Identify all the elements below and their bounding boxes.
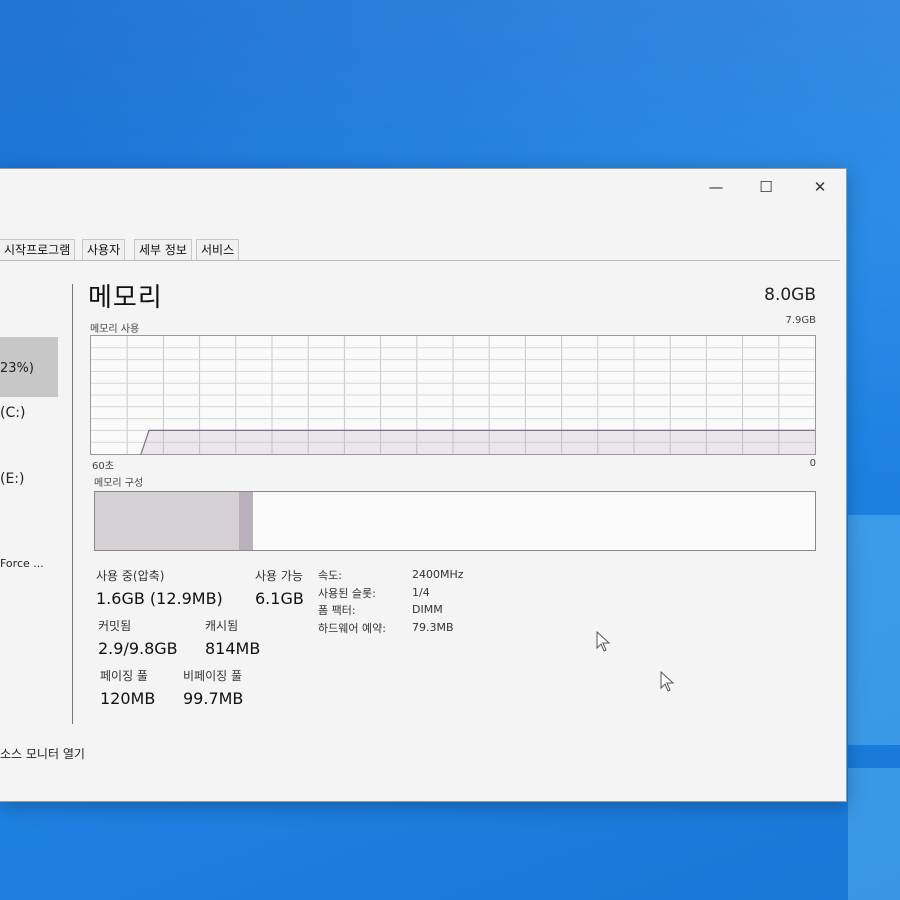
sidebar-item-disk-c[interactable]: (C:) — [0, 405, 25, 421]
hardware-reserved-value: 79.3MB — [412, 621, 454, 634]
title-bar[interactable]: — ☐ ✕ — [0, 169, 846, 205]
hardware-reserved-label: 하드웨어 예약: — [318, 622, 386, 635]
composition-segment-in-use — [95, 492, 240, 550]
speed-label: 속도: — [318, 569, 342, 582]
sidebar-item-memory[interactable]: 23%) — [0, 361, 34, 376]
sidebar-item-gpu[interactable]: Force ... — [0, 557, 44, 570]
composition-label: 메모리 구성 — [94, 478, 144, 489]
form-factor-label: 폼 팩터: — [318, 604, 356, 617]
graph-time-right: 0 — [809, 458, 816, 469]
panel-divider — [72, 284, 73, 724]
speed-value: 2400MHz — [412, 568, 464, 581]
in-use-value: 1.6GB (12.9MB) — [96, 589, 223, 608]
slots-value: 1/4 — [412, 586, 430, 599]
committed-value: 2.9/9.8GB — [98, 639, 178, 658]
usage-graph-max: 7.9GB — [785, 315, 816, 326]
composition-segment-modified — [239, 492, 255, 550]
desktop-window-logo-pane — [848, 515, 900, 745]
open-resource-monitor-link[interactable]: 소스 모니터 열기 — [0, 745, 85, 762]
tab-startup[interactable]: 시작프로그램 — [0, 239, 76, 261]
paged-pool-label: 페이징 풀 — [100, 669, 148, 683]
form-factor-value: DIMM — [412, 603, 443, 616]
maximize-icon[interactable]: ☐ — [746, 173, 786, 201]
nonpaged-pool-label: 비페이징 풀 — [183, 669, 243, 683]
usage-graph-label: 메모리 사용 — [90, 324, 140, 335]
task-manager-window: — ☐ ✕ 시작프로그램 사용자 세부 정보 서비스 23%) (C:) (E:… — [0, 168, 847, 802]
available-label: 사용 가능 — [255, 569, 303, 583]
composition-segment-free — [311, 492, 815, 550]
tab-users[interactable]: 사용자 — [82, 239, 126, 261]
sidebar-item-disk-e[interactable]: (E:) — [0, 471, 25, 487]
tab-details[interactable]: 세부 정보 — [134, 239, 192, 261]
cached-value: 814MB — [205, 639, 261, 658]
mouse-cursor-icon — [660, 671, 675, 692]
committed-label: 커밋됨 — [98, 619, 132, 633]
tab-divider — [0, 260, 840, 261]
usage-graph-svg — [91, 336, 815, 455]
mouse-cursor-icon — [596, 631, 611, 652]
total-memory: 8.0GB — [764, 285, 816, 305]
minimize-icon[interactable]: — — [696, 173, 736, 201]
page-title: 메모리 — [88, 283, 163, 313]
graph-time-left: 60초 — [92, 461, 114, 472]
desktop-window-logo-pane — [848, 768, 900, 900]
slots-label: 사용된 슬롯: — [318, 587, 376, 600]
composition-segment-standby — [253, 492, 312, 550]
nonpaged-pool-value: 99.7MB — [183, 689, 244, 708]
close-icon[interactable]: ✕ — [800, 173, 840, 201]
memory-composition-bar — [94, 491, 816, 551]
in-use-label: 사용 중(압축) — [96, 569, 165, 583]
usage-area — [141, 430, 815, 454]
tab-services[interactable]: 서비스 — [196, 239, 240, 261]
paged-pool-value: 120MB — [100, 689, 156, 708]
memory-usage-graph — [90, 335, 816, 455]
available-value: 6.1GB — [255, 589, 304, 608]
cached-label: 캐시됨 — [205, 619, 239, 633]
